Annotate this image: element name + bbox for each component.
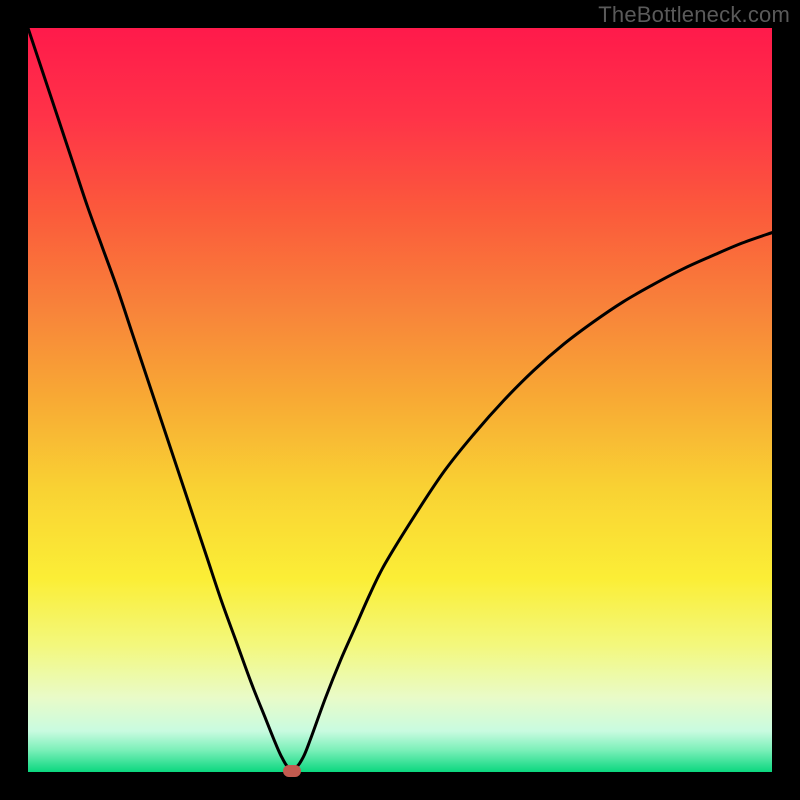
watermark-text: TheBottleneck.com: [598, 2, 790, 28]
optimal-point-marker: [283, 765, 301, 777]
chart-svg: [28, 28, 772, 772]
gradient-background: [28, 28, 772, 772]
plot-area: [28, 28, 772, 772]
chart-frame: TheBottleneck.com: [0, 0, 800, 800]
